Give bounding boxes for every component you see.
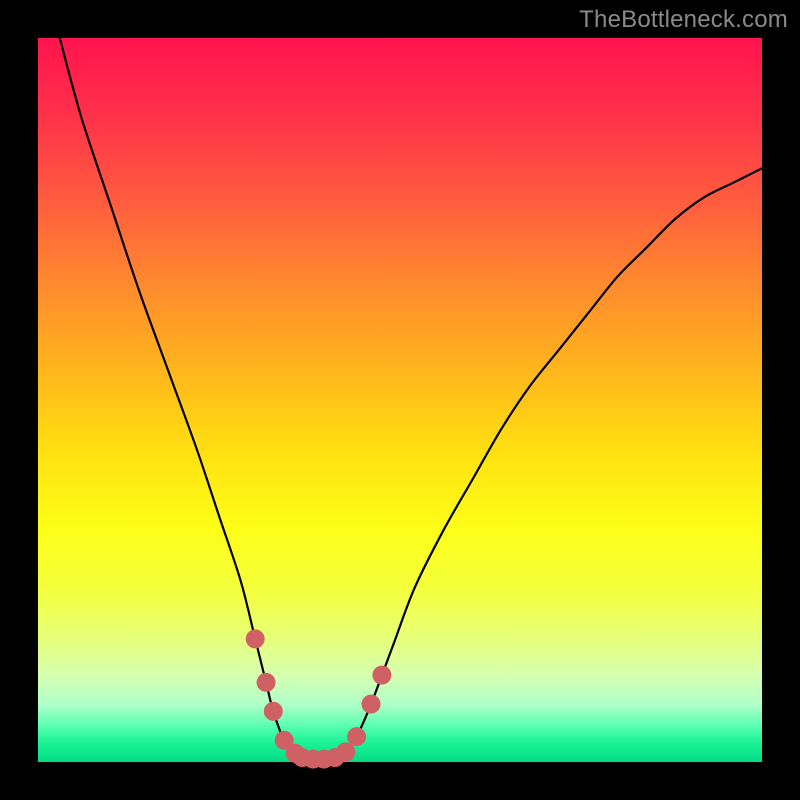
watermark-text: TheBottleneck.com <box>579 6 788 34</box>
chart-frame: TheBottleneck.com <box>0 0 800 800</box>
marker-point <box>362 695 381 714</box>
marker-point <box>246 629 265 648</box>
curve-markers <box>246 629 392 768</box>
marker-point <box>336 742 355 761</box>
marker-point <box>257 673 276 692</box>
bottleneck-curve <box>60 38 762 759</box>
marker-point <box>264 702 283 721</box>
marker-point <box>347 727 366 746</box>
chart-svg <box>38 38 762 762</box>
marker-point <box>372 666 391 685</box>
